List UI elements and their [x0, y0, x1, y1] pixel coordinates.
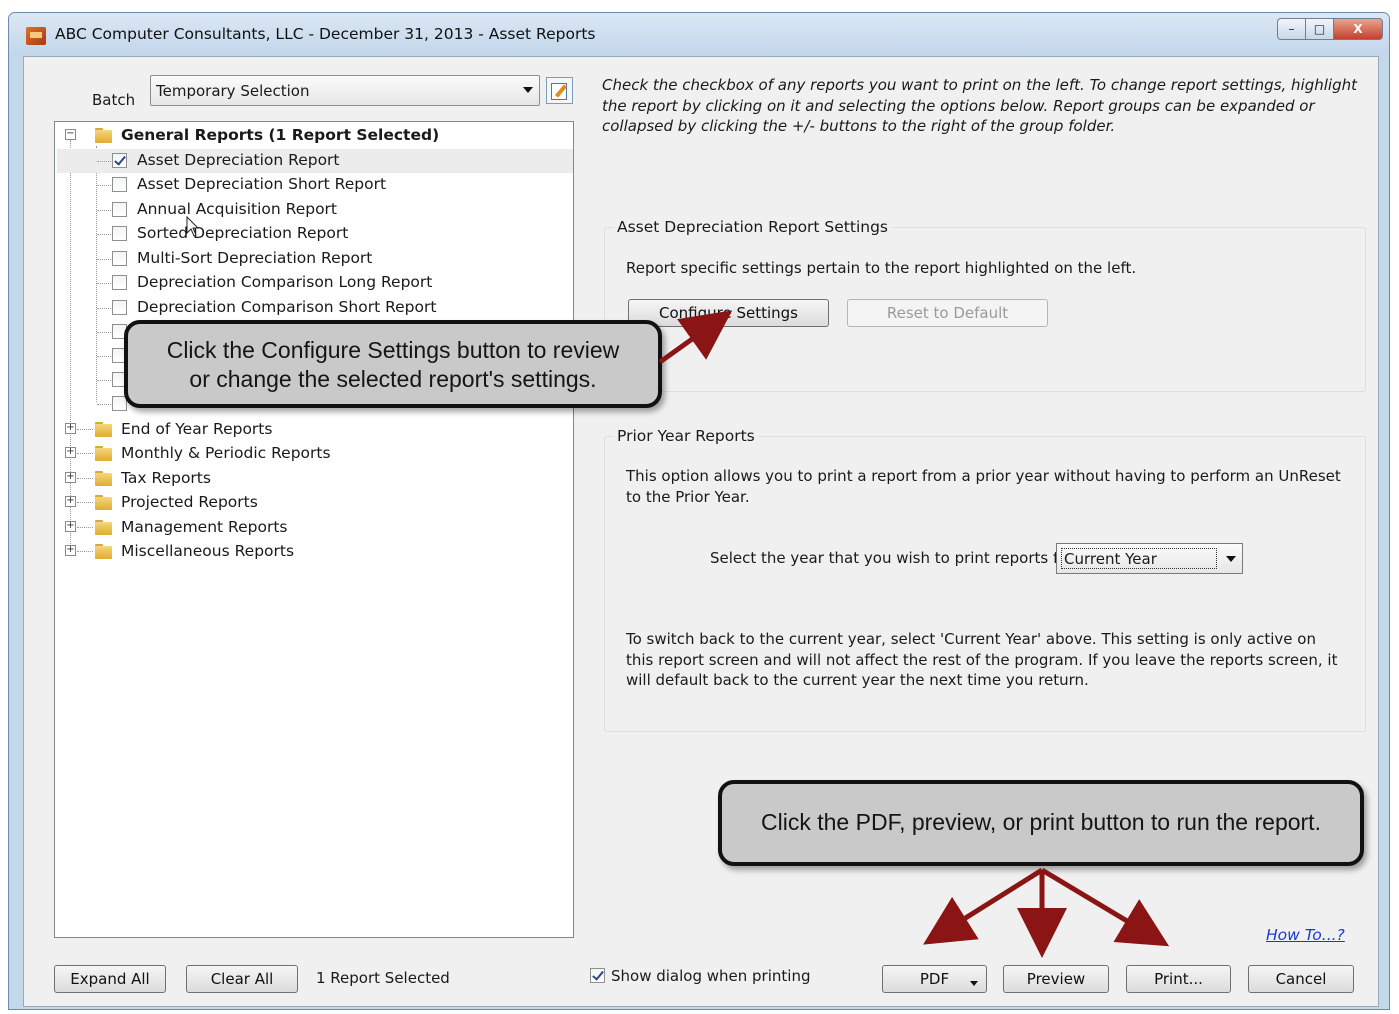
tree-line [97, 283, 111, 284]
tree-line [97, 356, 111, 357]
app-icon [26, 27, 46, 45]
preview-button[interactable]: Preview [1003, 965, 1109, 993]
show-dialog-label: Show dialog when printing [611, 967, 811, 985]
tree-item-4[interactable]: Multi-Sort Depreciation Report [137, 249, 372, 267]
year-select-label: Select the year that you wish to print r… [710, 549, 1074, 567]
checkbox-item-5[interactable] [112, 275, 127, 290]
clear-all-button[interactable]: Clear All [186, 965, 298, 993]
folder-icon [95, 519, 112, 535]
folder-icon [95, 543, 112, 559]
edit-batch-icon[interactable] [546, 77, 573, 104]
prior-year-note: To switch back to the current year, sele… [626, 630, 1338, 689]
expand-icon[interactable]: + [65, 472, 76, 483]
chevron-down-icon [1226, 556, 1236, 562]
year-dropdown-value: Current Year [1061, 548, 1217, 569]
tree-item-0[interactable]: Asset Depreciation Report [137, 151, 340, 169]
tree-item-1[interactable]: Asset Depreciation Short Report [137, 175, 386, 193]
folder-icon [95, 470, 112, 486]
run-report-callout: Click the PDF, preview, or print button … [718, 780, 1364, 866]
checkbox-item-6[interactable] [112, 300, 127, 315]
folder-icon [95, 421, 112, 437]
folder-icon [95, 445, 112, 461]
batch-dropdown[interactable]: Temporary Selection [150, 75, 540, 106]
batch-dropdown-value: Temporary Selection [156, 82, 310, 100]
folder-icon [95, 127, 112, 143]
tree-item-5[interactable]: Depreciation Comparison Long Report [137, 273, 432, 291]
pdf-button[interactable]: PDF [882, 965, 987, 993]
tree-group-miscellaneous[interactable]: Miscellaneous Reports [121, 542, 294, 560]
tree-group-general[interactable]: General Reports (1 Report Selected) [121, 126, 439, 144]
prior-year-text: This option allows you to print a report… [626, 467, 1341, 506]
checkbox-item-2[interactable] [112, 202, 127, 217]
window-controls: – □ X [1277, 18, 1383, 40]
prior-year-group: Prior Year Reports This option allows yo… [604, 427, 1366, 732]
pdf-button-label: PDF [919, 970, 950, 988]
report-tree[interactable]: − General Reports (1 Report Selected) As… [54, 121, 574, 938]
how-to-link[interactable]: How To...? [1266, 926, 1345, 944]
tree-line [97, 234, 111, 235]
chevron-down-icon [523, 87, 533, 93]
report-settings-text: Report specific settings pertain to the … [626, 259, 1137, 277]
checkbox-item-3[interactable] [112, 226, 127, 241]
selection-status: 1 Report Selected [316, 969, 450, 987]
maximize-button[interactable]: □ [1305, 18, 1333, 40]
tree-line [70, 140, 71, 556]
folder-icon [95, 494, 112, 510]
tree-group-end-of-year[interactable]: End of Year Reports [121, 420, 272, 438]
show-dialog-checkbox[interactable] [590, 968, 605, 983]
tree-line [77, 527, 93, 528]
reset-to-default-button[interactable]: Reset to Default [847, 299, 1048, 327]
close-button[interactable]: X [1333, 18, 1383, 40]
batch-label: Batch [92, 91, 136, 109]
year-dropdown[interactable]: Current Year [1056, 543, 1243, 574]
collapse-icon[interactable]: − [65, 129, 76, 140]
minimize-button[interactable]: – [1277, 18, 1305, 40]
tree-item-3[interactable]: Sorted Depreciation Report [137, 224, 348, 242]
tree-item-6[interactable]: Depreciation Comparison Short Report [137, 298, 436, 316]
tree-line [97, 210, 111, 211]
tree-line [97, 161, 111, 162]
tree-line [77, 429, 93, 430]
expand-icon[interactable]: + [65, 447, 76, 458]
tree-group-tax[interactable]: Tax Reports [121, 469, 211, 487]
tree-line [97, 259, 111, 260]
checkbox-item-0[interactable] [112, 153, 127, 168]
tree-line [97, 404, 111, 405]
expand-icon[interactable]: + [65, 545, 76, 556]
window-title: ABC Computer Consultants, LLC - December… [55, 25, 596, 43]
instructions-text: Check the checkbox of any reports you wa… [602, 76, 1358, 135]
tree-line [77, 551, 93, 552]
expand-icon[interactable]: + [65, 496, 76, 507]
tree-line [77, 453, 93, 454]
report-settings-title: Asset Depreciation Report Settings [613, 218, 893, 236]
prior-year-title: Prior Year Reports [613, 427, 759, 445]
tree-line [77, 502, 93, 503]
tree-group-projected[interactable]: Projected Reports [121, 493, 258, 511]
expand-all-button[interactable]: Expand All [54, 965, 166, 993]
tree-group-management[interactable]: Management Reports [121, 518, 288, 536]
checkbox-item-4[interactable] [112, 251, 127, 266]
tree-line [97, 308, 111, 309]
tree-line [97, 332, 111, 333]
tree-item-2[interactable]: Annual Acquisition Report [137, 200, 337, 218]
configure-callout: Click the Configure Settings button to r… [124, 320, 662, 408]
tree-line [97, 185, 111, 186]
dropdown-arrow-icon [970, 981, 978, 986]
tree-line [77, 478, 93, 479]
configure-settings-button[interactable]: Configure Settings [628, 299, 829, 327]
mouse-cursor-icon [186, 216, 200, 237]
tree-line [97, 380, 111, 381]
checkbox-item-1[interactable] [112, 177, 127, 192]
cancel-button[interactable]: Cancel [1248, 965, 1354, 993]
tree-group-monthly[interactable]: Monthly & Periodic Reports [121, 444, 331, 462]
print-button[interactable]: Print... [1126, 965, 1231, 993]
title-bar: ABC Computer Consultants, LLC - December… [9, 13, 1389, 55]
expand-icon[interactable]: + [65, 521, 76, 532]
expand-icon[interactable]: + [65, 423, 76, 434]
